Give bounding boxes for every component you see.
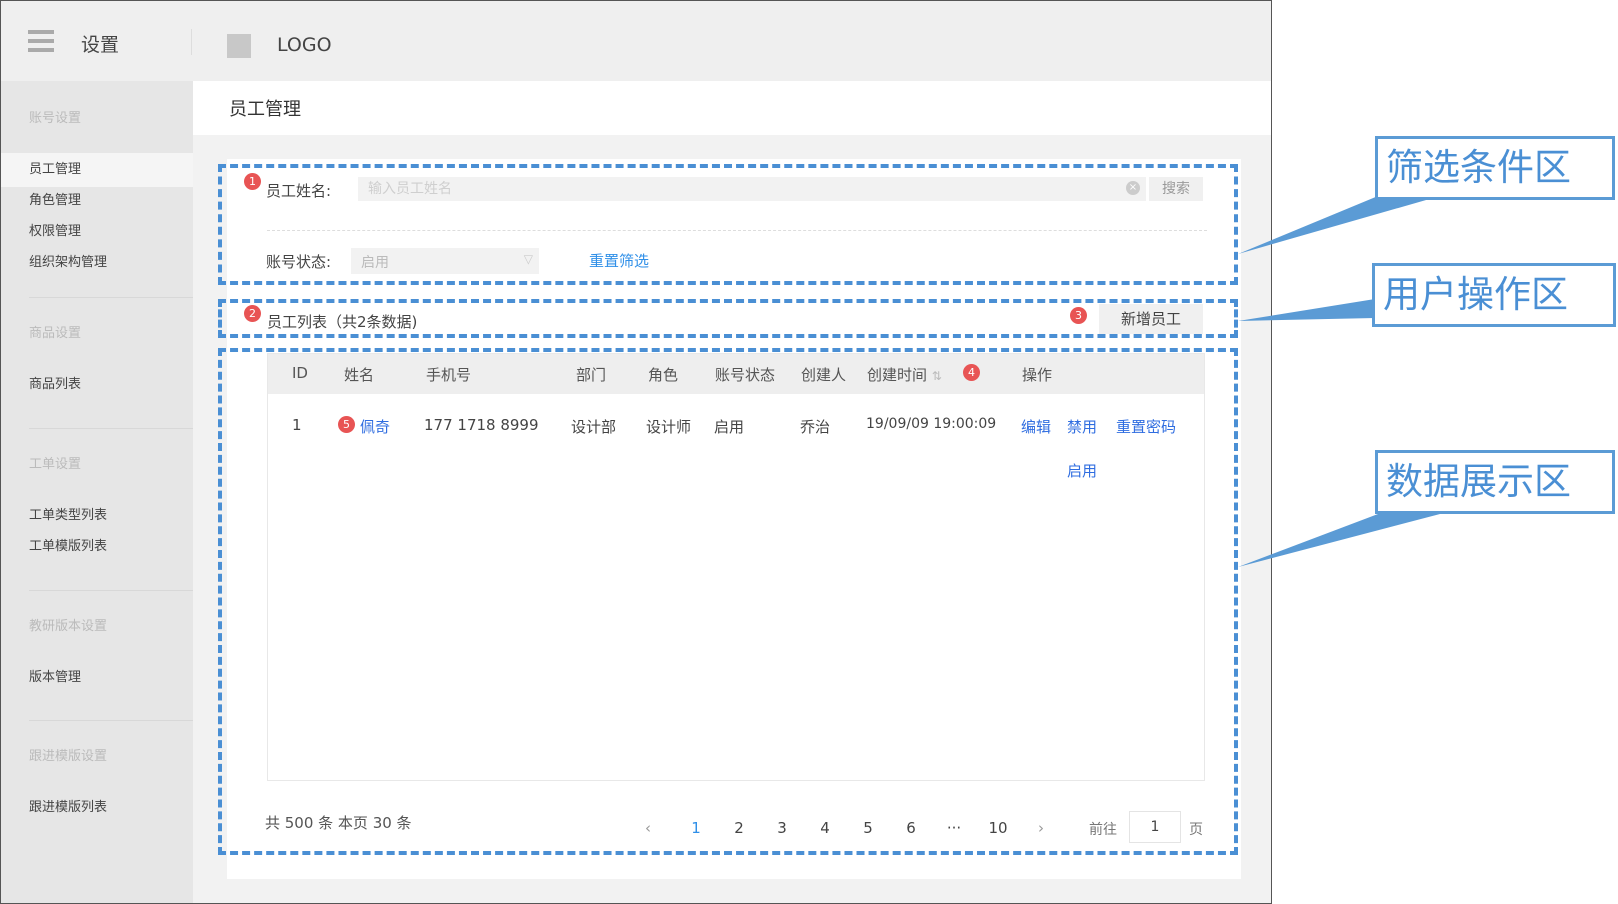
connector-data — [1238, 514, 1440, 567]
callout-filter: 筛选条件区 — [1375, 136, 1615, 200]
callout-operation: 用户操作区 — [1372, 263, 1616, 327]
callout-data: 数据展示区 — [1375, 450, 1615, 514]
connector-filter — [1238, 196, 1440, 254]
connector-operation — [1238, 299, 1375, 321]
